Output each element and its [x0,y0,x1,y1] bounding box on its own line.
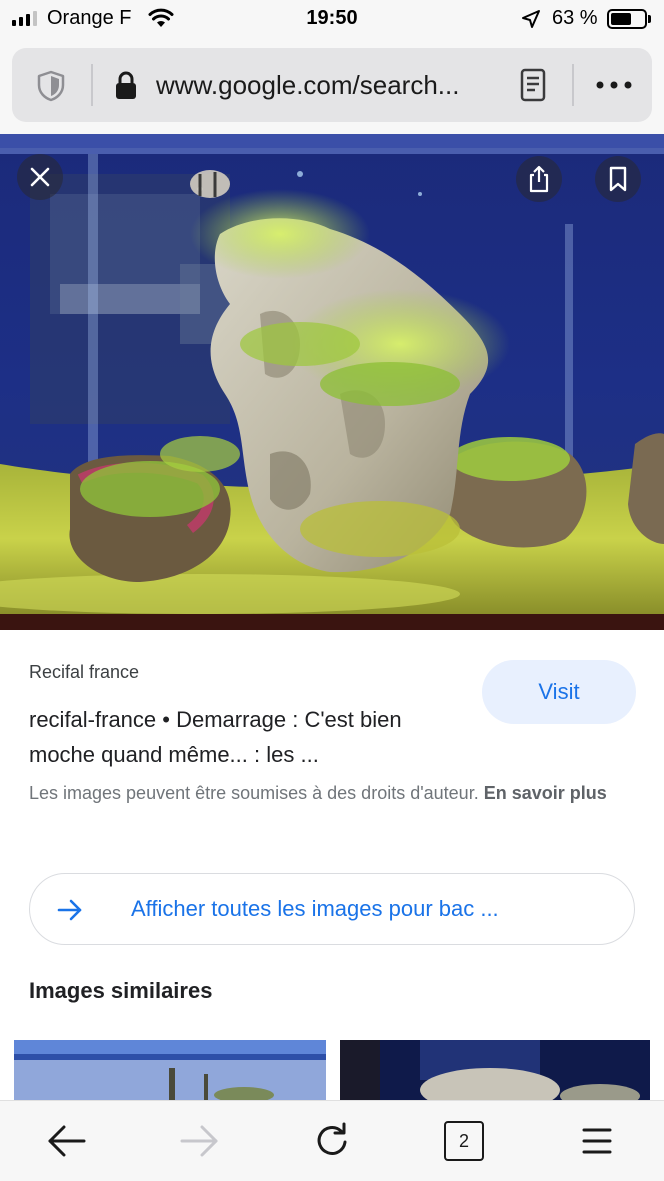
browser-toolbar: 2 [0,1100,664,1181]
similar-image-thumbnail[interactable] [14,1040,326,1100]
learn-more-link[interactable]: En savoir plus [484,783,607,803]
menu-button[interactable] [575,1119,619,1163]
similar-images-heading: Images similaires [29,978,213,1003]
reload-button[interactable] [311,1119,355,1163]
reader-view-icon[interactable] [520,68,546,102]
close-icon [30,167,50,187]
close-button[interactable] [17,154,63,200]
shield-icon[interactable] [36,70,66,102]
visit-button[interactable]: Visit [482,660,636,724]
tabs-button[interactable]: 2 [442,1119,486,1163]
address-bar[interactable]: www.google.com/search... [12,48,652,122]
forward-button[interactable] [178,1119,222,1163]
copyright-text: Les images peuvent être soumises à des d… [29,783,479,803]
share-button[interactable] [516,156,562,202]
tabs-icon: 2 [444,1121,484,1161]
aquarium-image [0,134,664,630]
show-all-images-label: Afficher toutes les images pour bac ... [131,896,499,921]
share-icon [529,165,549,193]
bookmark-button[interactable] [595,156,641,202]
similar-image-1 [14,1040,326,1100]
menu-icon [582,1128,612,1154]
lock-icon [116,71,136,99]
battery-icon [607,9,647,29]
forward-arrow-icon [180,1125,218,1157]
battery-nub [648,15,651,23]
similar-image-thumbnail[interactable] [340,1040,650,1100]
bookmark-icon [609,166,627,192]
back-button[interactable] [44,1119,88,1163]
separator [91,64,93,106]
status-bar: Orange F 19:50 63 % [0,0,664,38]
back-arrow-icon [48,1125,86,1157]
copyright-notice: Les images peuvent être soumises à des d… [29,776,639,810]
separator [572,64,574,106]
similar-image-2 [340,1040,650,1100]
battery-percentage: 63 % [552,7,598,29]
more-icon[interactable] [594,72,634,98]
show-all-images-button[interactable]: Afficher toutes les images pour bac ... [29,873,635,945]
aquarium-image-illustration [0,134,664,630]
url-text[interactable]: www.google.com/search... [156,70,459,101]
browser-chrome-top: www.google.com/search... [0,38,664,134]
source-name[interactable]: Recifal france [29,662,139,683]
location-arrow-icon [522,10,540,28]
arrow-right-icon [57,899,82,921]
reload-icon [317,1122,347,1155]
result-title[interactable]: recifal-france • Demarrage : C'est bien … [29,702,459,772]
